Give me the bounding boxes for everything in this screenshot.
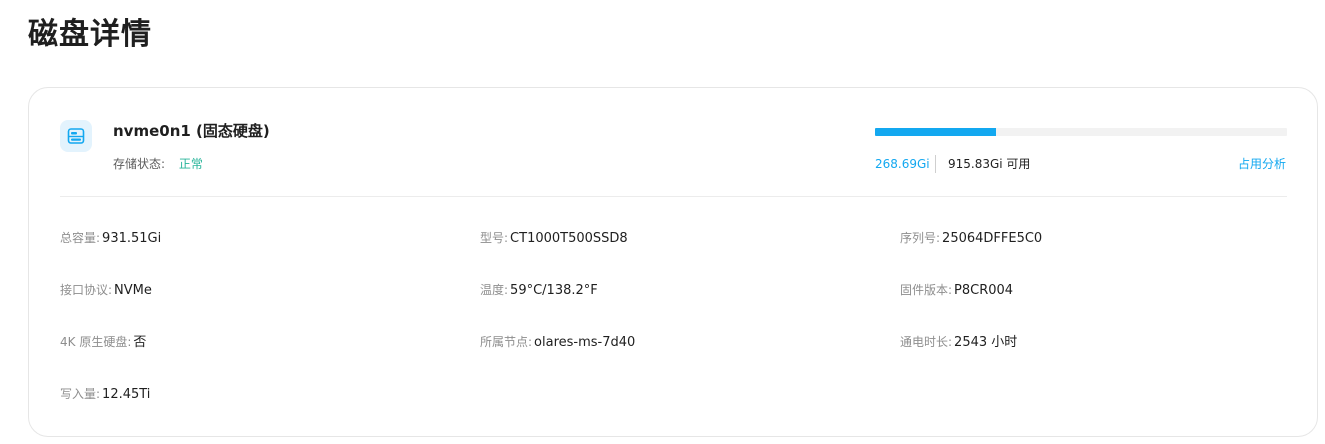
info-item: 写入量: 12.45Ti bbox=[60, 384, 150, 405]
info-value: CT1000T500SSD8 bbox=[510, 231, 628, 246]
info-item: 序列号: 25064DFFE5C0 bbox=[900, 228, 1042, 249]
info-value: 2543 小时 bbox=[954, 335, 1018, 350]
usage-free: 915.83Gi 可用 bbox=[948, 157, 1031, 171]
info-value: 59°C/138.2°F bbox=[510, 283, 598, 298]
divider bbox=[60, 196, 1287, 197]
info-label: 接口协议: bbox=[60, 283, 113, 297]
storage-status-label: 存储状态: bbox=[113, 157, 166, 171]
info-item: 型号: CT1000T500SSD8 bbox=[480, 228, 628, 249]
disk-icon bbox=[60, 120, 92, 152]
info-label: 4K 原生硬盘: bbox=[60, 335, 132, 349]
info-label: 序列号: bbox=[900, 231, 941, 245]
usage-separator bbox=[935, 155, 936, 173]
usage-analysis-link[interactable]: 占用分析 bbox=[1238, 155, 1286, 173]
info-label: 通电时长: bbox=[900, 335, 953, 349]
usage-bar-fill bbox=[875, 128, 996, 136]
info-value: NVMe bbox=[114, 283, 152, 298]
info-label: 写入量: bbox=[60, 387, 101, 401]
usage-bar bbox=[875, 128, 1287, 136]
page-title: 磁盘详情 bbox=[28, 17, 152, 52]
storage-status: 存储状态: 正常 bbox=[113, 155, 203, 173]
info-item: 所属节点: olares-ms-7d40 bbox=[480, 332, 635, 353]
info-label: 固件版本: bbox=[900, 283, 953, 297]
disk-name: nvme0n1 (固态硬盘) bbox=[113, 122, 270, 140]
disk-detail-card: nvme0n1 (固态硬盘) 存储状态: 正常 268.69Gi 915.83G… bbox=[28, 87, 1318, 437]
info-value: 25064DFFE5C0 bbox=[942, 231, 1043, 246]
info-item: 温度: 59°C/138.2°F bbox=[480, 280, 598, 301]
info-label: 温度: bbox=[480, 283, 509, 297]
info-item: 总容量: 931.51Gi bbox=[60, 228, 161, 249]
info-label: 型号: bbox=[480, 231, 509, 245]
info-value: P8CR004 bbox=[954, 283, 1014, 298]
info-value: 12.45Ti bbox=[102, 387, 151, 402]
info-item: 4K 原生硬盘: 否 bbox=[60, 332, 146, 353]
storage-status-value: 正常 bbox=[178, 157, 203, 171]
info-value: 931.51Gi bbox=[102, 231, 162, 246]
info-value: 否 bbox=[133, 335, 147, 350]
info-label: 所属节点: bbox=[480, 335, 533, 349]
info-item: 通电时长: 2543 小时 bbox=[900, 332, 1017, 353]
info-label: 总容量: bbox=[60, 231, 101, 245]
info-item: 接口协议: NVMe bbox=[60, 280, 152, 301]
info-value: olares-ms-7d40 bbox=[534, 335, 636, 350]
usage-used: 268.69Gi bbox=[875, 157, 930, 171]
info-item: 固件版本: P8CR004 bbox=[900, 280, 1013, 301]
